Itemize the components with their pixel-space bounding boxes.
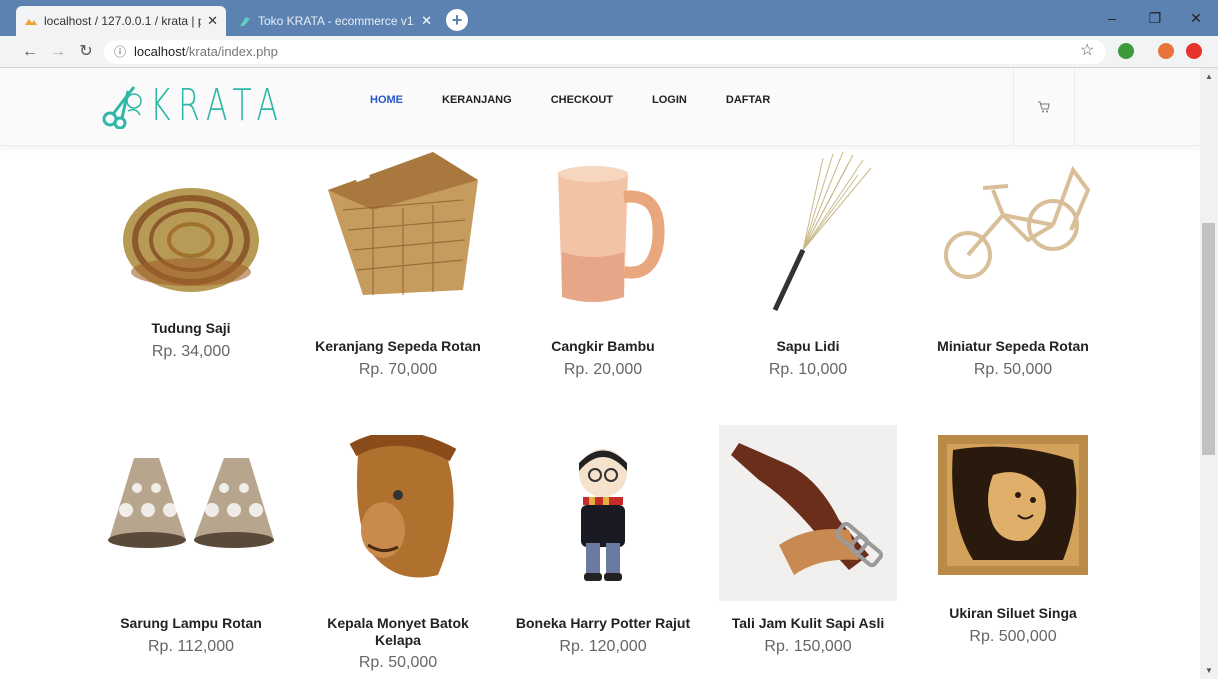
tab-title: localhost / 127.0.0.1 / krata | php (44, 14, 202, 28)
nav-keranjang[interactable]: KERANJANG (442, 94, 512, 106)
product-name[interactable]: Tudung Saji (96, 320, 286, 337)
product-name[interactable]: Miniatur Sepeda Rotan (918, 338, 1108, 355)
url-input[interactable]: ⓘ localhost/krata/index.php (104, 40, 1106, 64)
product-price: Rp. 50,000 (358, 654, 438, 671)
tab-phpmyadmin[interactable]: localhost / 127.0.0.1 / krata | php ✕ (16, 6, 226, 36)
scissors-yarn-icon (102, 86, 142, 129)
product-price: Rp. 50,000 (973, 361, 1053, 378)
product-name[interactable]: Keranjang Sepeda Rotan (303, 338, 493, 355)
tab-krata[interactable]: Toko KRATA - ecommerce v1.0 Bl ✕ (230, 6, 440, 36)
scroll-up-icon[interactable]: ▲ (1200, 72, 1218, 81)
logo-text: KRATA (150, 79, 286, 131)
product-card[interactable]: Sarung Lampu Rotan Rp. 112,000 (96, 425, 286, 665)
knitted-doll-image (508, 443, 698, 588)
product-name[interactable]: Boneka Harry Potter Rajut (508, 615, 698, 632)
nav-login[interactable]: LOGIN (652, 94, 687, 106)
product-card[interactable]: Sapu Lidi Rp. 10,000 (713, 150, 903, 380)
krata-logo[interactable]: KRATA (100, 78, 338, 132)
product-card[interactable]: Cangkir Bambu Rp. 20,000 (508, 150, 698, 380)
close-window-button[interactable]: ✕ (1176, 0, 1216, 36)
lamp-shades-image (96, 450, 286, 560)
coconut-monkey-image (303, 435, 493, 585)
lion-carving-image (918, 430, 1108, 580)
info-icon: ⓘ (114, 45, 127, 59)
close-icon[interactable]: ✕ (421, 13, 432, 29)
browser-tab-strip: localhost / 127.0.0.1 / krata | php ✕ To… (0, 0, 1218, 36)
profile-avatar[interactable] (1158, 43, 1174, 59)
product-price: Rp. 10,000 (768, 361, 848, 378)
opera-extension-icon[interactable] (1186, 43, 1202, 59)
product-name[interactable]: Ukiran Siluet Singa (918, 605, 1108, 622)
new-tab-button[interactable]: + (446, 9, 468, 31)
product-card[interactable]: Ukiran Siluet Singa Rp. 500,000 (918, 425, 1108, 665)
product-card[interactable]: Tali Jam Kulit Sapi Asli Rp. 150,000 (713, 425, 903, 665)
product-card[interactable]: Keranjang Sepeda Rotan Rp. 70,000 (303, 150, 493, 380)
bamboo-cup-image (508, 162, 698, 312)
site-header: KRATA HOME KERANJANG CHECKOUT LOGIN DAFT… (0, 68, 1200, 146)
scroll-down-icon[interactable]: ▼ (1200, 666, 1218, 675)
product-name[interactable]: Tali Jam Kulit Sapi Asli (713, 615, 903, 632)
product-price: Rp. 20,000 (563, 361, 643, 378)
leather-strap-image (713, 425, 903, 601)
minimize-button[interactable]: – (1092, 0, 1132, 36)
nav-home[interactable]: HOME (370, 94, 403, 106)
krata-favicon-icon (238, 14, 252, 28)
phpmyadmin-icon (24, 14, 38, 28)
restore-button[interactable]: ❐ (1135, 0, 1175, 36)
back-arrow-icon[interactable]: ← (20, 42, 40, 62)
product-price: Rp. 112,000 (148, 638, 234, 655)
product-name[interactable]: Kepala Monyet Batok Kelapa (303, 615, 493, 649)
product-price: Rp. 500,000 (969, 628, 1057, 645)
main-nav: HOME KERANJANG CHECKOUT LOGIN DAFTAR (370, 94, 809, 106)
product-card[interactable]: Miniatur Sepeda Rotan Rp. 50,000 (918, 150, 1108, 380)
product-name[interactable]: Sapu Lidi (713, 338, 903, 355)
product-card[interactable]: Tudung Saji Rp. 34,000 (96, 150, 286, 370)
bookmark-star-icon[interactable]: ☆ (1080, 40, 1094, 60)
address-toolbar: ← → ↻ ⓘ localhost/krata/index.php ☆ (0, 36, 1218, 68)
rattan-bicycle-image (918, 160, 1108, 290)
page-scrollbar[interactable]: ▲ ▼ (1200, 68, 1218, 679)
nav-daftar[interactable]: DAFTAR (726, 94, 770, 106)
extension-icon[interactable] (1118, 43, 1134, 59)
rattan-basket-image (303, 150, 493, 300)
tab-title: Toko KRATA - ecommerce v1.0 Bl (258, 14, 415, 28)
cart-button[interactable] (1013, 68, 1075, 146)
forward-arrow-icon[interactable]: → (48, 42, 68, 62)
product-name[interactable]: Cangkir Bambu (508, 338, 698, 355)
product-name[interactable]: Sarung Lampu Rotan (96, 615, 286, 632)
close-icon[interactable]: ✕ (207, 13, 218, 29)
product-price: Rp. 70,000 (358, 361, 438, 378)
product-card[interactable]: Boneka Harry Potter Rajut Rp. 120,000 (508, 425, 698, 665)
woven-basket-lid-image (96, 160, 286, 300)
nav-checkout[interactable]: CHECKOUT (551, 94, 613, 106)
url-host: localhost (134, 44, 186, 59)
cart-icon (1038, 101, 1050, 113)
url-path: /krata/index.php (185, 44, 278, 59)
product-price: Rp. 120,000 (559, 638, 647, 655)
product-price: Rp. 34,000 (151, 343, 231, 360)
broom-image (713, 150, 903, 320)
product-card[interactable]: Kepala Monyet Batok Kelapa Rp. 50,000 (303, 425, 493, 675)
product-price: Rp. 150,000 (764, 638, 852, 655)
reload-icon[interactable]: ↻ (76, 42, 96, 62)
scrollbar-thumb[interactable] (1202, 223, 1215, 455)
